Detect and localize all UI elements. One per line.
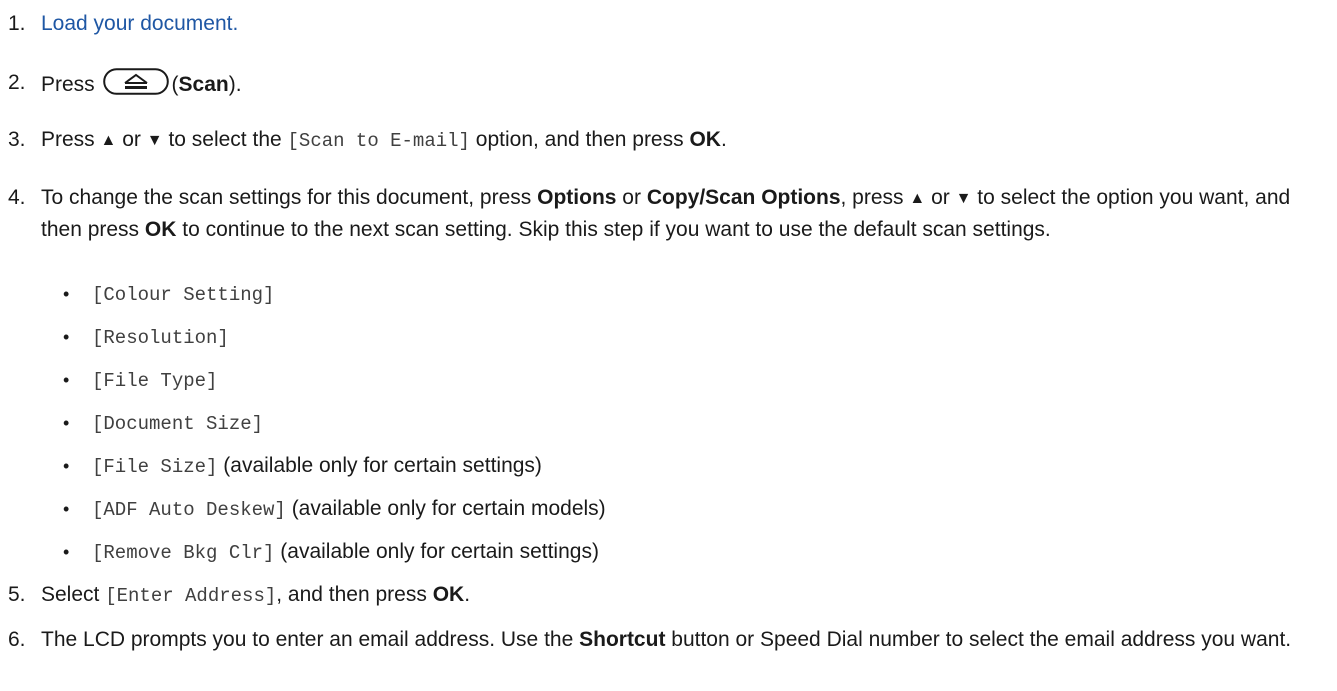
option-code: [Remove Bkg Clr] [92,542,275,564]
scan-button-icon [102,68,169,95]
step-text: or [622,186,641,209]
up-arrow-icon: ▲ [100,132,117,149]
step-5: 5. Select [Enter Address], and then pres… [8,580,1318,611]
option-code: [ADF Auto Deskew] [92,499,286,521]
option-note: (available only for certain settings) [223,454,542,477]
options-label: Options [537,186,617,209]
step-1: 1. Load your document. [8,9,1318,39]
step-text: or [122,128,141,151]
option-code: [Colour Setting] [92,284,275,306]
scan-label: Scan [178,73,229,96]
list-item: • [Colour Setting] [63,279,274,310]
option-code: [Document Size] [92,413,264,435]
copy-scan-options-label: Copy/Scan Options [646,186,841,209]
down-arrow-icon: ▼ [955,190,972,207]
step-number: 4. [8,186,26,209]
ok-label: OK [432,583,465,606]
up-arrow-icon: ▲ [909,190,926,207]
step-text: ). [228,73,242,96]
step-text: . [464,583,471,606]
menu-option-code: [Enter Address] [105,585,277,607]
step-4: 4. To change the scan settings for this … [8,183,1318,245]
step-text: to select the [168,128,282,151]
option-code: [File Type] [92,370,218,392]
bullet-icon: • [63,327,70,347]
option-code: [File Size] [92,456,218,478]
step-text: Press [41,73,95,96]
step-text: , press [840,186,904,209]
step-text: or [931,186,950,209]
step-text: The LCD prompts you to enter an email ad… [41,628,574,651]
paren: ( [171,73,179,96]
step-text: button or Speed Dial number to select th… [671,628,1292,651]
menu-option-code: [Scan to E-mail] [287,130,470,152]
list-item: • [File Type] [63,365,217,396]
option-code: [Resolution] [92,327,229,349]
step-number: 5. [8,583,26,606]
list-item: • [Resolution] [63,322,229,353]
step-text: Select [41,583,100,606]
load-document-link[interactable]: Load your document. [41,12,238,35]
step-2: 2. Press (Scan). [8,68,1318,100]
ok-label: OK [689,128,721,151]
down-arrow-icon: ▼ [146,132,163,149]
step-number: 2. [8,71,26,94]
step-number: 6. [8,628,26,651]
list-item: • [File Size] (available only for certai… [63,451,542,482]
list-item: • [Remove Bkg Clr] (available only for c… [63,537,599,568]
step-text: . [720,128,727,151]
bullet-icon: • [63,499,70,519]
bullet-icon: • [63,370,70,390]
step-6: 6. The LCD prompts you to enter an email… [8,625,1318,655]
step-text: Press [41,128,95,151]
shortcut-label: Shortcut [579,628,666,651]
option-note: (available only for certain settings) [280,540,599,563]
bullet-icon: • [63,284,70,304]
ok-label: OK [144,218,177,241]
step-text: , and then press [276,583,427,606]
option-note: (available only for certain models) [291,497,606,520]
bullet-icon: • [63,413,70,433]
step-3: 3. Press ▲ or ▼ to select the [Scan to E… [8,125,1318,157]
bullet-icon: • [63,542,70,562]
list-item: • [ADF Auto Deskew] (available only for … [63,494,606,525]
step-number: 3. [8,128,26,151]
document-page: 1. Load your document. 2. Press (Scan). … [0,0,1337,691]
bullet-icon: • [63,456,70,476]
step-text: To change the scan settings for this doc… [41,186,532,209]
step-text: option, and then press [475,128,684,151]
step-text: to continue to the next scan setting. Sk… [182,218,1051,241]
step-number: 1. [8,12,26,35]
list-item: • [Document Size] [63,408,263,439]
